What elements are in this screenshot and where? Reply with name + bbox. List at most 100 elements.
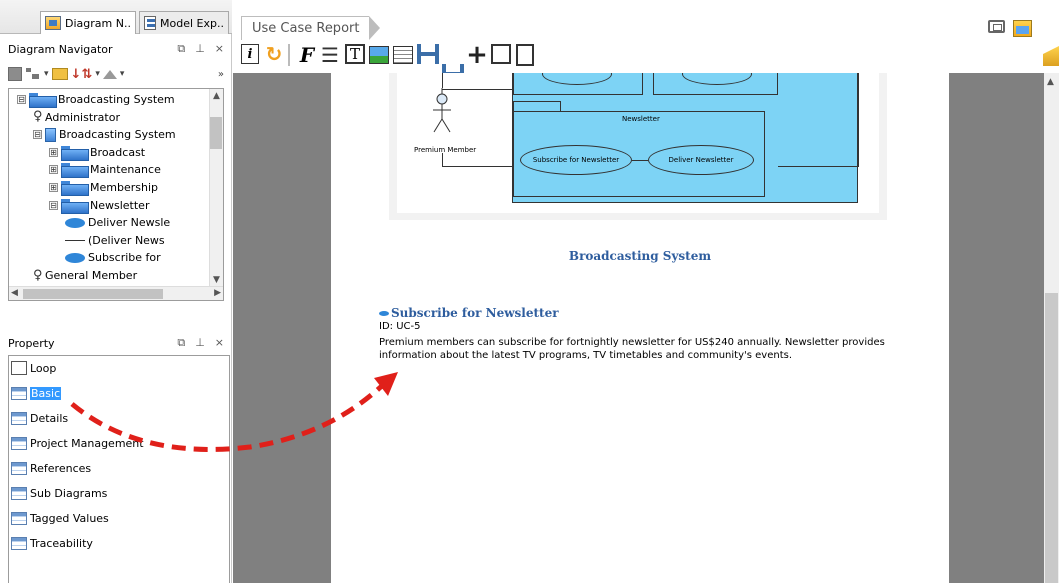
home-icon[interactable] xyxy=(102,69,117,79)
report-document-area: Premium Member Newsletter Subscribe for … xyxy=(233,73,1044,583)
close-icon[interactable]: × xyxy=(215,42,224,56)
collapse-icon[interactable]: ⊟ xyxy=(17,95,26,104)
page-icon[interactable] xyxy=(516,44,534,66)
restore-icon[interactable]: ⧉ xyxy=(177,336,185,350)
tree-item-label: Deliver Newsle xyxy=(88,216,171,230)
report-toolbar: i ↻ F ☰ T + xyxy=(233,40,1059,84)
info-icon[interactable]: i xyxy=(241,44,259,64)
format-icon[interactable]: F xyxy=(297,43,317,67)
sort-icon[interactable]: ↓⇅ xyxy=(71,67,93,82)
tree-item[interactable]: ⊟ Newsletter xyxy=(49,197,149,214)
tree-item[interactable]: Subscribe for xyxy=(65,249,161,266)
loop-icon xyxy=(11,361,27,375)
diagram-navigator-toolbar: ▾ ↓⇅ ▾ ▾ » xyxy=(8,63,224,85)
chevron-down-icon[interactable]: ▾ xyxy=(44,69,49,79)
package-icon xyxy=(29,93,57,108)
use-case-heading: Subscribe for Newsletter xyxy=(379,306,559,320)
tab-label: Use Case Report xyxy=(252,21,360,36)
filter-icon[interactable] xyxy=(51,68,68,80)
tree-view-icon[interactable] xyxy=(25,67,41,81)
scroll-thumb[interactable] xyxy=(1045,293,1058,583)
tree-item[interactable]: ♀ General Member xyxy=(33,267,137,284)
refresh-icon[interactable]: ↻ xyxy=(263,42,285,66)
property-item[interactable]: Sub Diagrams xyxy=(11,483,107,503)
header-icon[interactable] xyxy=(417,44,439,64)
collapse-icon[interactable]: ⊟ xyxy=(33,130,42,140)
scroll-thumb[interactable] xyxy=(23,289,163,299)
tree-item[interactable]: (Deliver News xyxy=(65,232,165,249)
fit-window-icon[interactable] xyxy=(988,20,1005,33)
property-item-label: References xyxy=(30,461,92,475)
tab-diagram-navigator[interactable]: Diagram N.. xyxy=(40,11,136,34)
tree-item-label: Administrator xyxy=(45,110,120,124)
tree-item[interactable]: ⊟ Broadcasting System xyxy=(17,91,175,108)
more-icon[interactable]: » xyxy=(218,69,224,80)
window-layout-icon[interactable] xyxy=(1013,20,1032,37)
scroll-down-icon[interactable]: ▼ xyxy=(213,275,220,285)
expand-icon[interactable]: ⊞ xyxy=(49,147,58,157)
left-tab-strip: Diagram N.. Model Exp.. xyxy=(0,0,232,34)
tree-item-label: (Deliver News xyxy=(88,233,165,247)
association-icon xyxy=(65,239,85,241)
expand-icon[interactable]: ⊞ xyxy=(49,183,58,192)
table-icon xyxy=(11,511,27,525)
chevron-down-icon[interactable]: ▾ xyxy=(120,69,125,79)
tree-item[interactable]: ⊟ Broadcasting System xyxy=(33,126,176,143)
close-icon[interactable]: × xyxy=(215,336,224,350)
diagram-navigator-tree: ⊟ Broadcasting System ♀ Administrator ⊟ Broad… xyxy=(8,88,224,301)
collapse-icon[interactable]: ⊟ xyxy=(49,200,58,210)
tab-use-case-report[interactable]: Use Case Report xyxy=(241,16,381,40)
property-item[interactable]: Details xyxy=(11,408,68,428)
scroll-up-icon[interactable]: ▲ xyxy=(1047,77,1054,87)
scroll-right-icon[interactable]: ▶ xyxy=(214,288,221,298)
property-item-label: Project Management xyxy=(30,436,144,450)
tab-model-explorer[interactable]: Model Exp.. xyxy=(139,11,229,34)
scroll-left-icon[interactable]: ◀ xyxy=(11,288,18,298)
toolbar-divider xyxy=(288,44,290,66)
page-break-icon[interactable] xyxy=(491,44,511,64)
tree-horizontal-scrollbar[interactable]: ◀ ▶ xyxy=(9,286,223,300)
property-item-label: Basic xyxy=(30,386,62,400)
export-icon[interactable] xyxy=(1043,46,1059,66)
tree-item[interactable]: ⊞ Maintenance xyxy=(49,161,161,179)
expand-icon[interactable]: ⊞ xyxy=(49,165,58,175)
actor-icon: ♀ xyxy=(33,267,43,283)
property-item[interactable]: Loop xyxy=(11,358,56,378)
property-item[interactable]: Tagged Values xyxy=(11,508,109,528)
scroll-thumb[interactable] xyxy=(210,117,222,149)
tree-item[interactable]: ⊞ Broadcast xyxy=(49,144,145,161)
tree-item[interactable]: Deliver Newsle xyxy=(65,214,170,231)
text-icon[interactable]: T xyxy=(345,44,365,64)
tree-item[interactable]: ♀ Administrator xyxy=(33,109,120,126)
pin-icon[interactable]: ⊥ xyxy=(195,336,205,350)
tab-label: Diagram N.. xyxy=(65,16,131,30)
list-icon[interactable]: ☰ xyxy=(320,43,340,67)
restore-icon[interactable]: ⧉ xyxy=(177,42,185,56)
table-icon[interactable] xyxy=(393,46,413,64)
property-item[interactable]: Traceability xyxy=(11,533,93,553)
document-vertical-scrollbar[interactable]: ▲ xyxy=(1044,73,1059,583)
panel-title: Property xyxy=(8,336,55,350)
use-case-label: Subscribe for Newsletter xyxy=(532,156,620,164)
image-icon[interactable] xyxy=(369,46,389,64)
add-icon[interactable]: + xyxy=(466,40,488,70)
system-boundary: Newsletter Subscribe for Newsletter Deli… xyxy=(512,73,858,203)
tree-vertical-scrollbar[interactable]: ▲ ▼ xyxy=(209,89,223,287)
use-case-oval xyxy=(542,73,612,85)
property-item[interactable]: Project Management xyxy=(11,433,144,453)
package-icon xyxy=(61,145,89,161)
package-tab xyxy=(513,101,561,111)
table-icon xyxy=(11,436,27,450)
property-item-label: Traceability xyxy=(30,536,93,550)
chevron-down-icon[interactable]: ▾ xyxy=(95,69,100,79)
property-item[interactable]: References xyxy=(11,458,91,478)
scroll-up-icon[interactable]: ▲ xyxy=(213,91,220,101)
pin-icon[interactable]: ⊥ xyxy=(195,42,205,56)
collapse-all-icon[interactable] xyxy=(8,67,22,81)
left-panel: Diagram N.. Model Exp.. Diagram Navigato… xyxy=(0,0,232,583)
package-box xyxy=(513,73,643,95)
model-explorer-icon xyxy=(144,16,157,30)
tree-item[interactable]: ⊞ Membership xyxy=(49,179,158,196)
tree-item-label: Broadcast xyxy=(90,145,146,159)
property-item[interactable]: Basic xyxy=(11,383,62,403)
